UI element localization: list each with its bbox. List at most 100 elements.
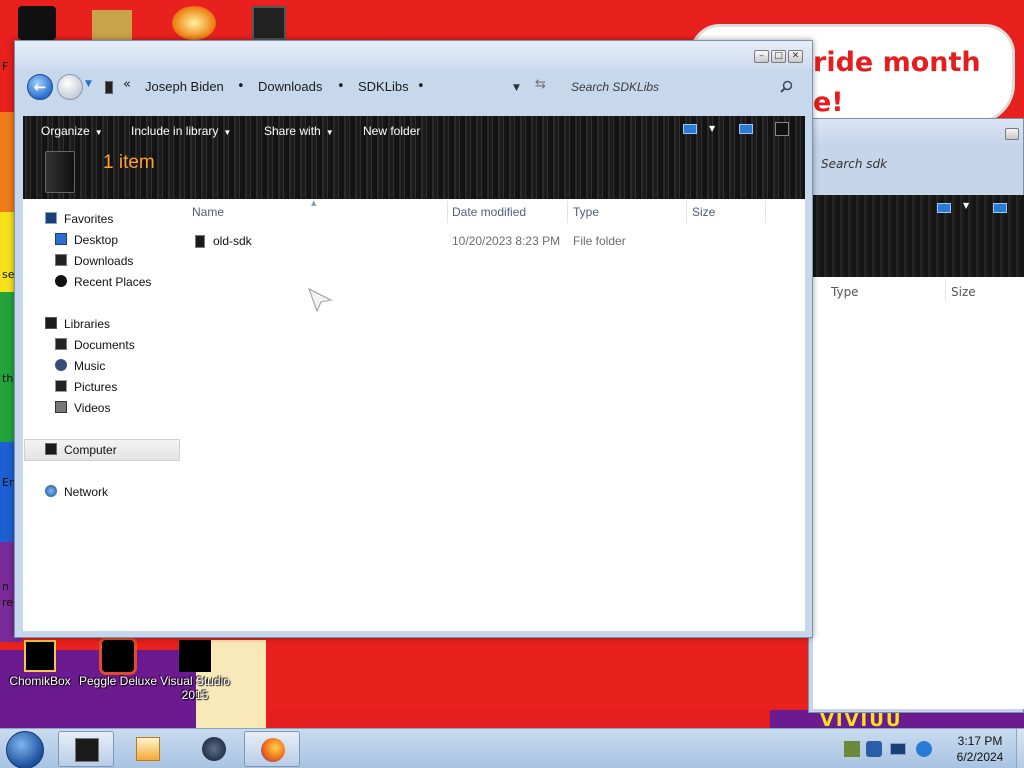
share-with-button[interactable]: Share with ▼ [264,124,334,138]
nav-downloads[interactable]: Downloads [74,254,133,268]
file-date-modified: 10/20/2023 8:23 PM [452,234,561,248]
taskbar-media-player-button[interactable] [120,731,176,767]
nav-desktop[interactable]: Desktop [74,233,118,247]
background-explorer-window[interactable]: Search sdk ▼ Type Size [808,118,1024,713]
downloads-icon [55,254,67,266]
computer-icon [105,81,113,94]
wallpaper-edge-text: F [2,60,9,73]
include-in-library-button[interactable]: Include in library ▼ [131,124,231,138]
breadcrumb-overflow[interactable]: « [123,77,131,92]
nav-pictures[interactable]: Pictures [74,380,117,394]
nav-recent-places[interactable]: Recent Places [74,275,151,289]
desktop-icon-visual-studio[interactable]: Visual Studio 2015 [156,640,234,702]
wallpaper-edge-text: re [2,596,14,609]
nav-documents[interactable]: Documents [74,338,135,352]
address-bar[interactable]: « Joseph Biden • Downloads • SDKLibs • ▼ [99,73,535,101]
column-divider[interactable] [765,201,766,223]
desktop-icon-peggle[interactable]: Peggle Deluxe [78,640,158,688]
breadcrumb-separator-icon[interactable]: • [237,79,245,94]
search-input[interactable]: Search SDKLibs [563,73,801,101]
desktop-icon-chomikbox[interactable]: ChomikBox [0,640,80,688]
column-divider[interactable] [447,201,448,223]
tray-app-icon[interactable] [844,741,860,757]
volume-icon[interactable] [916,741,932,757]
back-button[interactable]: ← [27,74,53,100]
media-player-icon [136,737,160,761]
desktop-icon-label: Visual Studio 2015 [160,674,230,702]
bg-search-input[interactable]: Search sdk [813,147,1023,181]
column-divider[interactable] [567,201,568,223]
column-divider [945,279,946,301]
pictures-icon [55,380,67,392]
banner-text: e! [813,87,844,118]
column-header-type[interactable]: Type [573,205,599,219]
nav-network[interactable]: Network [64,485,108,499]
breadcrumb-separator-icon[interactable]: • [337,79,345,94]
breadcrumb-downloads[interactable]: Downloads [258,79,322,94]
bg-window-toolbar: ▼ [813,195,1024,277]
breadcrumb-separator-icon[interactable]: • [417,79,425,94]
bg-minimize-button[interactable] [1005,128,1019,140]
refresh-icon[interactable]: ⇆ [535,77,546,92]
recent-pages-dropdown-icon[interactable]: ▼ [85,79,97,93]
breadcrumb-joseph-biden[interactable]: Joseph Biden [145,79,224,94]
desktop-icon-recycle[interactable] [18,6,56,40]
nav-favorites[interactable]: Favorites [64,212,113,226]
navigation-pane: Favorites Desktop Downloads Recent Place… [23,199,183,631]
breadcrumb-sdklibs[interactable]: SDKLibs [358,79,409,94]
shield-icon[interactable] [866,741,882,757]
taskbar-explorer-button[interactable] [58,731,114,767]
taskbar-firefox-button[interactable] [244,731,300,767]
banner-text: ride month [813,47,981,78]
column-header-name[interactable]: Name [192,205,224,219]
help-icon[interactable] [775,122,789,136]
chevron-down-icon: ▼ [223,128,232,137]
start-button[interactable] [6,731,44,768]
bg-search-placeholder: Search sdk [821,157,888,171]
nav-computer[interactable]: Computer [64,443,117,457]
forward-button[interactable] [57,74,83,100]
close-button[interactable]: ✕ [788,50,803,63]
clock[interactable]: 3:17 PM 6/2/2024 [940,733,1020,765]
bg-view-caret-icon[interactable]: ▼ [963,201,969,210]
music-icon [55,359,67,371]
bg-window-titlebar[interactable] [809,119,1023,145]
column-divider[interactable] [686,201,687,223]
nav-libraries[interactable]: Libraries [64,317,110,331]
table-row[interactable]: old-sdk 10/20/2023 8:23 PM File folder [183,229,783,251]
new-folder-button[interactable]: New folder [363,124,420,138]
bg-column-type[interactable]: Type [831,285,859,299]
view-options-chevron-icon[interactable]: ▼ [709,124,715,133]
search-icon[interactable] [780,80,793,93]
organize-button[interactable]: Organize ▼ [41,124,103,138]
change-view-icon[interactable] [683,124,697,134]
desktop-icon-archive[interactable] [252,6,286,40]
nav-videos[interactable]: Videos [74,401,110,415]
documents-icon [55,338,67,350]
window-titlebar[interactable]: – □ ✕ [15,41,812,69]
file-name[interactable]: old-sdk [213,234,252,248]
firefox-icon [261,738,285,762]
bg-column-size[interactable]: Size [951,285,976,299]
desktop-icon-folder[interactable] [92,10,132,40]
column-header-date-modified[interactable]: Date modified [452,205,526,219]
bg-view-icon[interactable] [937,203,951,213]
column-header-size[interactable]: Size [692,205,715,219]
system-tray [838,731,938,767]
nav-music[interactable]: Music [74,359,105,373]
maximize-button[interactable]: □ [771,50,786,63]
minimize-button[interactable]: – [754,50,769,63]
desktop-icon-app[interactable] [172,6,216,40]
clock-date: 6/2/2024 [956,750,1004,764]
preview-pane-icon[interactable] [739,124,753,134]
taskbar-steam-button[interactable] [186,731,242,767]
desktop-icon-label: Peggle Deluxe [78,674,158,688]
explorer-window[interactable]: – □ ✕ ← ▼ « Joseph Biden • Downloads • S… [14,40,813,638]
show-desktop-button[interactable] [1016,729,1024,768]
bg-preview-icon[interactable] [993,203,1007,213]
file-list[interactable]: ▲ Name Date modified Type Size old-sdk 1… [183,199,805,631]
address-dropdown-icon[interactable]: ▼ [513,83,520,93]
libraries-icon [45,317,57,329]
window-bottom-edge [23,631,805,637]
network-status-icon[interactable] [890,743,906,755]
